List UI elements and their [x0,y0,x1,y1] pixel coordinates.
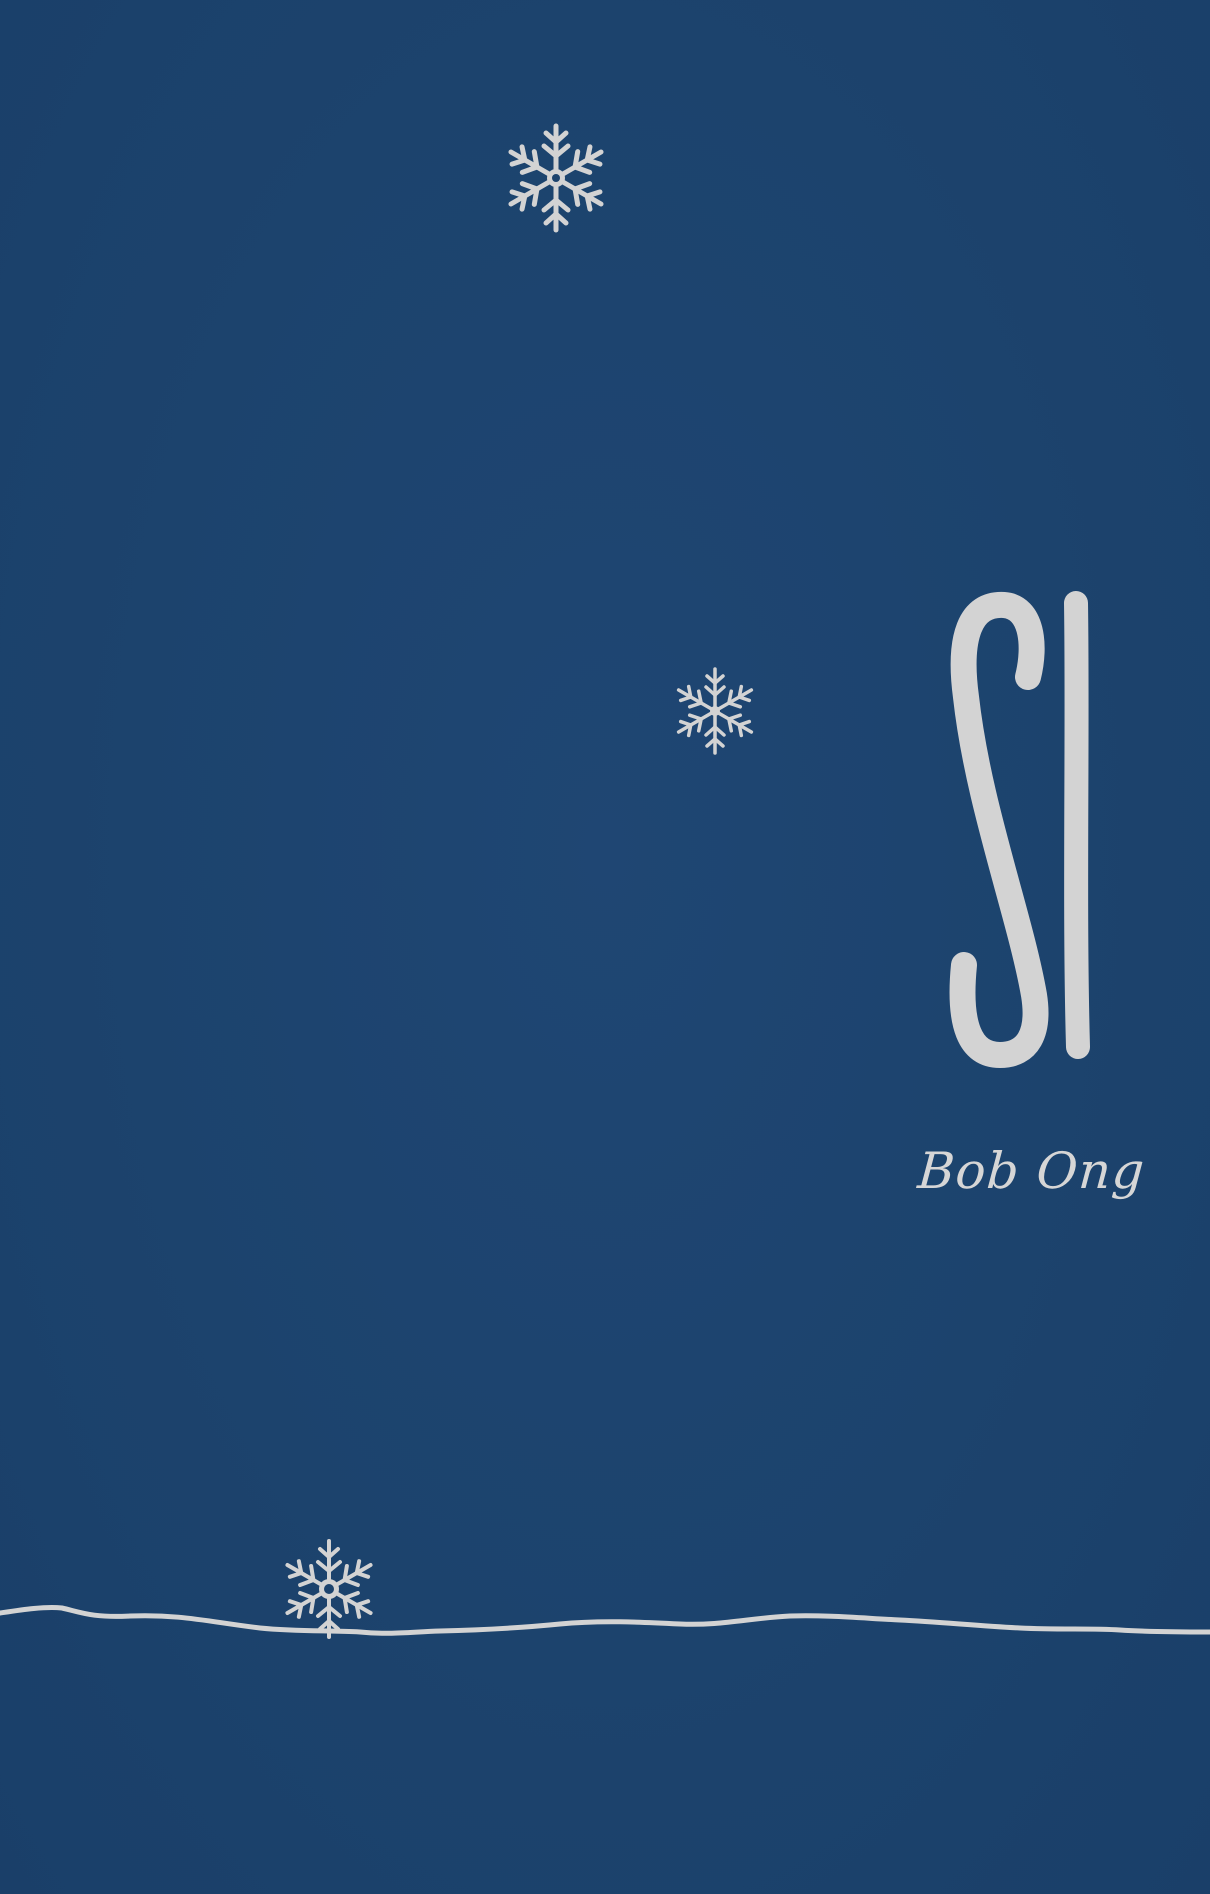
book-title: SI [940,585,1100,1070]
author-name: Bob Ong [915,1142,1147,1200]
snowflake-icon [668,664,762,758]
ground-line [0,1580,1210,1660]
snowflake-icon [496,118,616,238]
book-cover: SI Bob Ong [0,0,1210,1894]
